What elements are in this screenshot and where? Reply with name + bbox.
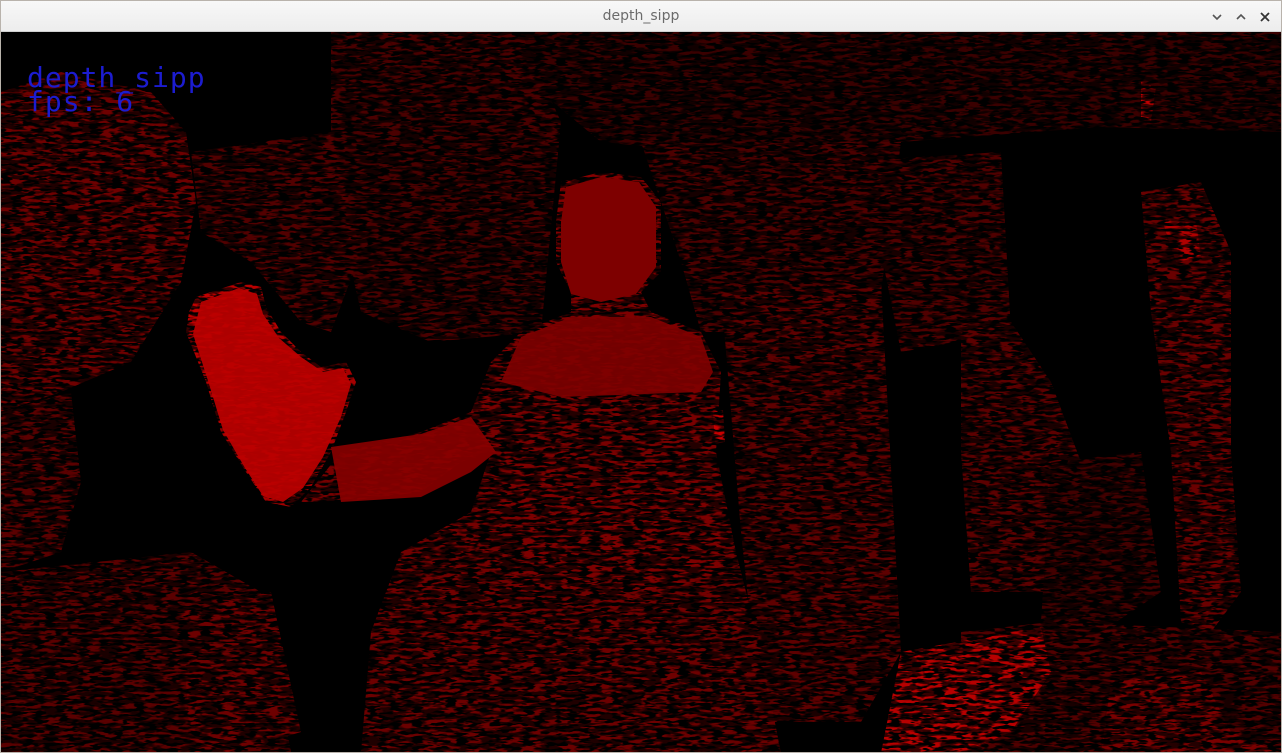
window-title: depth_sipp xyxy=(602,8,680,24)
close-icon[interactable] xyxy=(1255,6,1275,28)
title-bar[interactable]: depth_sipp xyxy=(1,1,1281,32)
depth-map-image xyxy=(1,32,1281,752)
minimize-icon[interactable] xyxy=(1207,6,1227,28)
app-window: depth_sipp depth_sipp fps: 6 xyxy=(0,0,1282,753)
window-controls xyxy=(1207,6,1275,28)
depth-map-view: depth_sipp fps: 6 xyxy=(1,32,1281,752)
maximize-icon[interactable] xyxy=(1231,6,1251,28)
